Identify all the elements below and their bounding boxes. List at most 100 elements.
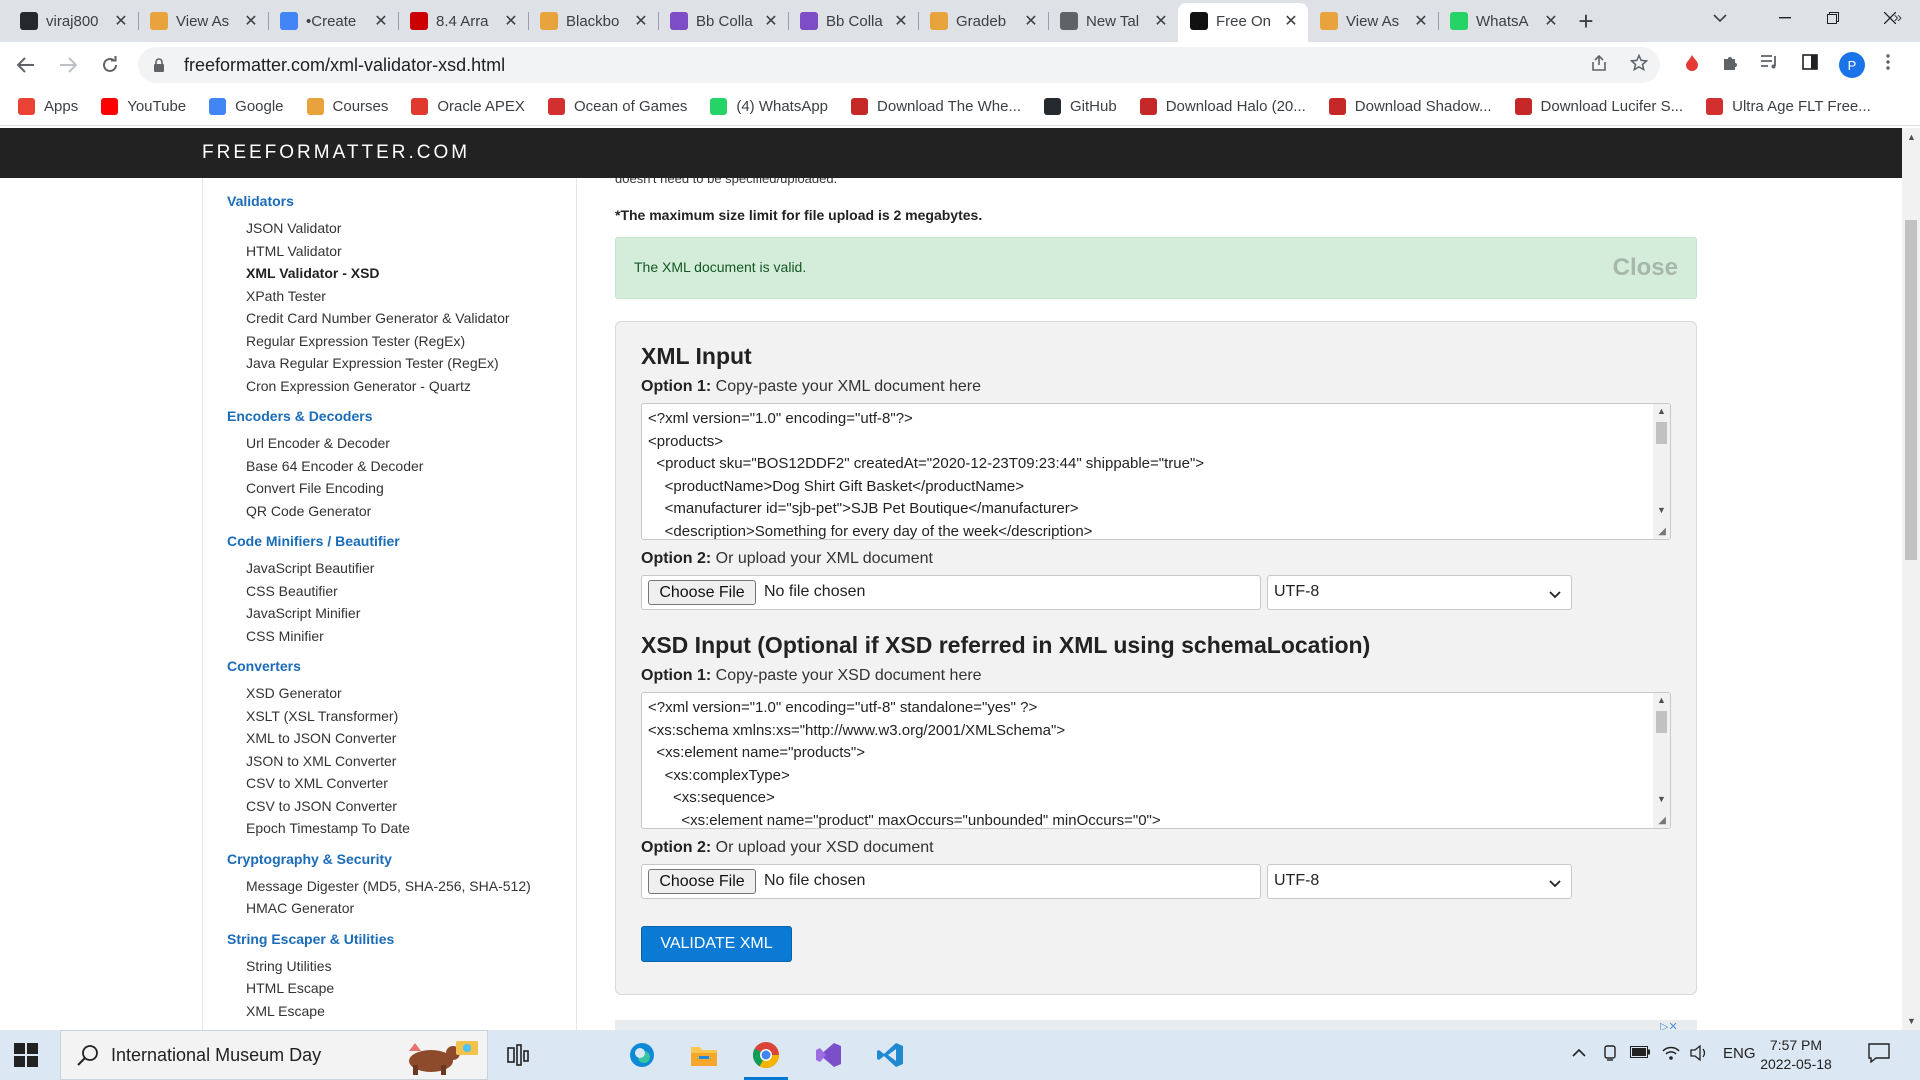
browser-tab[interactable]: Bb Colla ✕: [658, 3, 788, 39]
xml-textarea[interactable]: <description>Something for every day of …: [641, 403, 1671, 540]
sidebar-link[interactable]: HTML Escape: [246, 980, 334, 996]
browser-tab[interactable]: Free On ✕: [1178, 3, 1308, 42]
show-hidden-icons-chevron-icon[interactable]: [1572, 1045, 1586, 1062]
scroll-up-arrow-icon[interactable]: ▲: [1657, 406, 1666, 416]
resize-grip-icon[interactable]: ◢: [1658, 815, 1666, 826]
sidebar-link[interactable]: CSV to JSON Converter: [246, 798, 397, 814]
vscode-icon[interactable]: [874, 1039, 906, 1071]
xsd-encoding-select[interactable]: UTF-8: [1267, 864, 1572, 899]
sidebar-link[interactable]: HTML Validator: [246, 243, 342, 259]
xml-file-input[interactable]: Choose File No file chosen: [641, 575, 1261, 610]
browser-tab[interactable]: viraj800 ✕: [8, 3, 138, 39]
extension-flame-icon[interactable]: [1684, 54, 1700, 77]
alert-close-button[interactable]: Close: [1613, 254, 1678, 282]
scroll-down-arrow-icon[interactable]: ▼: [1657, 794, 1666, 804]
bookmark-item[interactable]: (4) WhatsApp: [710, 98, 828, 115]
sidebar-group-title[interactable]: Encoders & Decoders: [227, 408, 373, 424]
bookmark-item[interactable]: Download Lucifer S...: [1514, 98, 1683, 115]
page-scrollbar[interactable]: ▲ ▼: [1902, 128, 1920, 1030]
sidebar-link[interactable]: Java Regular Expression Tester (RegEx): [246, 355, 499, 371]
windows-start-icon[interactable]: [14, 1043, 38, 1067]
address-bar[interactable]: freeformatter.com/xml-validator-xsd.html: [138, 47, 1660, 83]
close-tab-icon[interactable]: ✕: [112, 11, 130, 31]
close-tab-icon[interactable]: ✕: [372, 11, 390, 31]
task-view-icon[interactable]: [502, 1039, 534, 1071]
taskbar-search-box[interactable]: International Museum Day: [60, 1030, 488, 1080]
sidebar-link[interactable]: String Utilities: [246, 958, 332, 974]
bookmark-item[interactable]: Courses: [306, 98, 388, 115]
bookmark-item[interactable]: GitHub: [1044, 98, 1117, 115]
sidebar-link[interactable]: CSV to XML Converter: [246, 775, 388, 791]
bookmark-item[interactable]: Download Shadow...: [1328, 98, 1492, 115]
xml-textarea-scrollbar[interactable]: ▲ ▼: [1653, 404, 1670, 539]
browser-tab[interactable]: View As ✕: [138, 3, 268, 39]
side-panel-icon[interactable]: [1802, 54, 1818, 75]
bookmark-item[interactable]: YouTube: [101, 98, 186, 115]
xml-encoding-select[interactable]: UTF-8: [1267, 575, 1572, 610]
back-arrow-icon[interactable]: [10, 49, 42, 81]
bookmarks-overflow-button[interactable]: »: [1894, 9, 1902, 26]
close-tab-icon[interactable]: ✕: [242, 11, 260, 31]
browser-tab[interactable]: Bb Colla ✕: [788, 3, 918, 39]
sidebar-link[interactable]: CSS Beautifier: [246, 583, 338, 599]
forward-arrow-icon[interactable]: [52, 49, 84, 81]
bookmark-item[interactable]: Google: [209, 98, 284, 115]
sidebar-link[interactable]: XSLT (XSL Transformer): [246, 708, 398, 724]
new-tab-plus-icon[interactable]: +: [1568, 3, 1604, 39]
sidebar-link[interactable]: XML Validator - XSD: [246, 265, 380, 281]
sidebar-group-title[interactable]: String Escaper & Utilities: [227, 931, 394, 947]
language-indicator[interactable]: ENG: [1723, 1045, 1756, 1062]
sidebar-link[interactable]: JSON Validator: [246, 220, 341, 236]
close-tab-icon[interactable]: ✕: [1542, 11, 1560, 31]
reload-icon[interactable]: [94, 49, 126, 81]
sidebar-link[interactable]: Convert File Encoding: [246, 480, 384, 496]
close-tab-icon[interactable]: ✕: [1152, 11, 1170, 31]
sidebar-link[interactable]: XML to JSON Converter: [246, 730, 396, 746]
url-text[interactable]: freeformatter.com/xml-validator-xsd.html: [184, 55, 505, 76]
page-scroll-thumb[interactable]: [1905, 220, 1917, 560]
browser-tab[interactable]: New Tal ✕: [1048, 3, 1178, 39]
sidebar-link[interactable]: XPath Tester: [246, 288, 326, 304]
chrome-icon[interactable]: [750, 1039, 782, 1071]
browser-tab[interactable]: WhatsA ✕: [1438, 3, 1568, 39]
sidebar-link[interactable]: QR Code Generator: [246, 503, 371, 519]
resize-grip-icon[interactable]: ◢: [1658, 526, 1666, 537]
sidebar-link[interactable]: CSS Minifier: [246, 628, 324, 644]
sidebar-link[interactable]: Message Digester (MD5, SHA-256, SHA-512): [246, 878, 531, 894]
bookmark-item[interactable]: Apps: [18, 98, 78, 115]
close-tab-icon[interactable]: ✕: [502, 11, 520, 31]
ad-choices-icon[interactable]: ▷✕: [1660, 1020, 1678, 1030]
browser-tab[interactable]: 8.4 Arra ✕: [398, 3, 528, 39]
browser-tab[interactable]: View As ✕: [1308, 3, 1438, 39]
sidebar-group-title[interactable]: Validators: [227, 193, 294, 209]
sidebar-link[interactable]: Credit Card Number Generator & Validator: [246, 310, 510, 326]
extensions-puzzle-icon[interactable]: [1722, 54, 1740, 77]
file-explorer-icon[interactable]: [688, 1039, 720, 1071]
restore-icon[interactable]: [1803, 0, 1863, 36]
bookmark-item[interactable]: Download The Whe...: [851, 98, 1021, 115]
bookmark-item[interactable]: Ocean of Games: [547, 98, 687, 115]
media-controls-icon[interactable]: [1760, 54, 1778, 75]
close-tab-icon[interactable]: ✕: [892, 11, 910, 31]
volume-icon[interactable]: [1690, 1044, 1708, 1065]
battery-icon[interactable]: [1630, 1045, 1650, 1062]
more-menu-icon[interactable]: [1886, 54, 1890, 75]
meet-now-icon[interactable]: [1602, 1045, 1618, 1065]
sidebar-group-title[interactable]: Code Minifiers / Beautifier: [227, 533, 400, 549]
sidebar-link[interactable]: XML Escape: [246, 1003, 325, 1019]
close-tab-icon[interactable]: ✕: [1282, 11, 1300, 31]
sidebar-link[interactable]: JavaScript Beautifier: [246, 560, 374, 576]
browser-tab[interactable]: •Create ✕: [268, 3, 398, 39]
sidebar-group-title[interactable]: Converters: [227, 658, 301, 674]
notifications-icon[interactable]: [1868, 1043, 1890, 1067]
xsd-file-input[interactable]: Choose File No file chosen: [641, 864, 1261, 899]
close-tab-icon[interactable]: ✕: [762, 11, 780, 31]
xsd-textarea-scrollbar[interactable]: ▲ ▼: [1653, 693, 1670, 828]
bookmark-item[interactable]: Download Halo (20...: [1139, 98, 1306, 115]
scroll-up-arrow-icon[interactable]: ▲: [1907, 132, 1916, 142]
edge-icon[interactable]: [626, 1039, 658, 1071]
profile-avatar[interactable]: P: [1839, 52, 1865, 78]
wifi-icon[interactable]: [1662, 1045, 1680, 1065]
tab-search-chevron-icon[interactable]: [1690, 0, 1750, 36]
browser-tab[interactable]: Gradeb ✕: [918, 3, 1048, 39]
